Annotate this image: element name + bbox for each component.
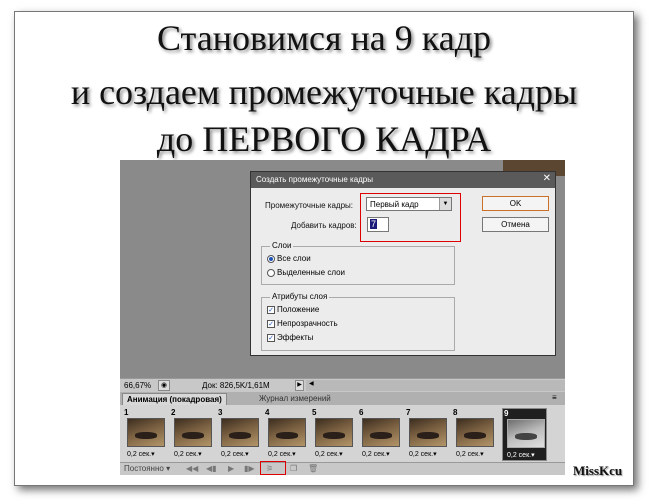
animation-frames: 1 0,2 сек.▾ 2 0,2 сек.▾ 3 0,2 сек.▾ 4 0,… [120, 405, 565, 462]
layers-group-title: Слои [270, 241, 294, 250]
all-layers-radio[interactable]: Все слои [267, 254, 311, 263]
effects-checkbox[interactable]: ✓ Эффекты [267, 333, 313, 342]
zoom-level[interactable]: 66,67% [124, 381, 151, 390]
position-checkbox[interactable]: ✓ Положение [267, 305, 319, 314]
animation-frame[interactable]: 5 0,2 сек.▾ [311, 408, 356, 461]
animation-frame[interactable]: 6 0,2 сек.▾ [358, 408, 403, 461]
dialog-title: Создать промежуточные кадры [256, 175, 374, 184]
frames-to-add-label: Добавить кадров: [291, 221, 357, 230]
frame-duration[interactable]: 0,2 сек.▾ [456, 450, 484, 458]
zoom-icon[interactable]: ◉ [158, 380, 170, 391]
selected-layers-radio[interactable]: Выделенные слои [267, 268, 345, 277]
first-frame-icon[interactable]: ◀◀ [186, 464, 198, 474]
heading-line-3: до ПЕРВОГО КАДРА [156, 119, 492, 159]
heading-line-2: и создаем промежуточные кадры [70, 72, 578, 112]
status-menu-arrow-icon[interactable]: ▶ [295, 380, 304, 391]
tab-measurement-log[interactable]: Журнал измерений [255, 393, 335, 405]
doc-size: Док: 826,5K/1,61M [202, 381, 270, 390]
panel-tabs: Анимация (покадровая) Журнал измерений ≡ [120, 392, 565, 405]
frame-number: 6 [359, 408, 364, 417]
heading-line-1: Становимся на 9 кадр [156, 18, 492, 58]
frame-thumbnail [507, 419, 545, 448]
frame-thumbnail [362, 418, 400, 447]
frame-number: 2 [171, 408, 176, 417]
play-icon[interactable]: ▶ [228, 464, 234, 474]
tween-button-highlight [260, 461, 286, 475]
frame-duration[interactable]: 0,2 сек.▾ [507, 451, 535, 459]
author-signature: MissKcu [573, 463, 623, 478]
animation-frame[interactable]: 2 0,2 сек.▾ [170, 408, 215, 461]
next-frame-icon[interactable]: ▮▶ [244, 464, 255, 474]
layers-group: Слои Все слои Выделенные слои [261, 241, 455, 285]
frame-duration[interactable]: 0,2 сек.▾ [268, 450, 296, 458]
tween-dialog: Создать промежуточные кадры ✕ Промежуточ… [250, 171, 556, 356]
animation-frame[interactable]: 4 0,2 сек.▾ [264, 408, 309, 461]
frame-number: 4 [265, 408, 270, 417]
frame-duration[interactable]: 0,2 сек.▾ [409, 450, 437, 458]
animation-controls: Постоянно ▾ ◀◀ ◀▮ ▶ ▮▶ ⚞ ❐ 🗑 [120, 462, 565, 475]
frame-duration[interactable]: 0,2 сек.▾ [127, 450, 155, 458]
animation-frame-selected[interactable]: 9 0,2 сек.▾ [502, 408, 547, 461]
frame-number: 9 [504, 409, 509, 418]
settings-highlight [360, 193, 461, 242]
frame-number: 7 [406, 408, 411, 417]
frame-number: 3 [218, 408, 223, 417]
frame-thumbnail [174, 418, 212, 447]
frame-thumbnail [127, 418, 165, 447]
animation-frame[interactable]: 7 0,2 сек.▾ [405, 408, 450, 461]
ok-button[interactable]: OK [482, 196, 549, 211]
delete-frame-icon[interactable]: 🗑 [308, 464, 318, 474]
frame-duration[interactable]: 0,2 сек.▾ [221, 450, 249, 458]
layer-params-group: Атрибуты слоя ✓ Положение ✓ Непрозрачность… [261, 292, 455, 351]
opacity-checkbox[interactable]: ✓ Непрозрачность [267, 319, 338, 328]
panel-menu-icon[interactable]: ≡ [552, 393, 557, 402]
status-bar: 66,67% ◉ Док: 826,5K/1,61M ▶ ◀ [120, 378, 565, 392]
params-group-title: Атрибуты слоя [270, 292, 330, 301]
duplicate-frame-icon[interactable]: ❐ [290, 464, 297, 474]
frame-thumbnail [268, 418, 306, 447]
animation-frame[interactable]: 1 0,2 сек.▾ [123, 408, 168, 461]
horizontal-scrollbar[interactable]: ◀ [306, 380, 565, 391]
frame-duration[interactable]: 0,2 сек.▾ [174, 450, 202, 458]
frame-number: 8 [453, 408, 458, 417]
cancel-button[interactable]: Отмена [482, 217, 549, 232]
frame-thumbnail [221, 418, 259, 447]
loop-select[interactable]: Постоянно ▾ [124, 464, 180, 473]
previous-frame-icon[interactable]: ◀▮ [206, 464, 217, 474]
close-icon[interactable]: ✕ [543, 173, 551, 184]
dialog-title-bar: Создать промежуточные кадры ✕ [251, 172, 555, 188]
frame-thumbnail [315, 418, 353, 447]
frame-thumbnail [456, 418, 494, 447]
animation-frame[interactable]: 8 0,2 сек.▾ [452, 408, 497, 461]
frame-thumbnail [409, 418, 447, 447]
tab-animation[interactable]: Анимация (покадровая) [122, 393, 227, 405]
tween-with-label: Промежуточные кадры: [265, 201, 354, 210]
animation-frame[interactable]: 3 0,2 сек.▾ [217, 408, 262, 461]
frame-duration[interactable]: 0,2 сек.▾ [362, 450, 390, 458]
frame-number: 5 [312, 408, 317, 417]
frame-duration[interactable]: 0,2 сек.▾ [315, 450, 343, 458]
frame-number: 1 [124, 408, 129, 417]
